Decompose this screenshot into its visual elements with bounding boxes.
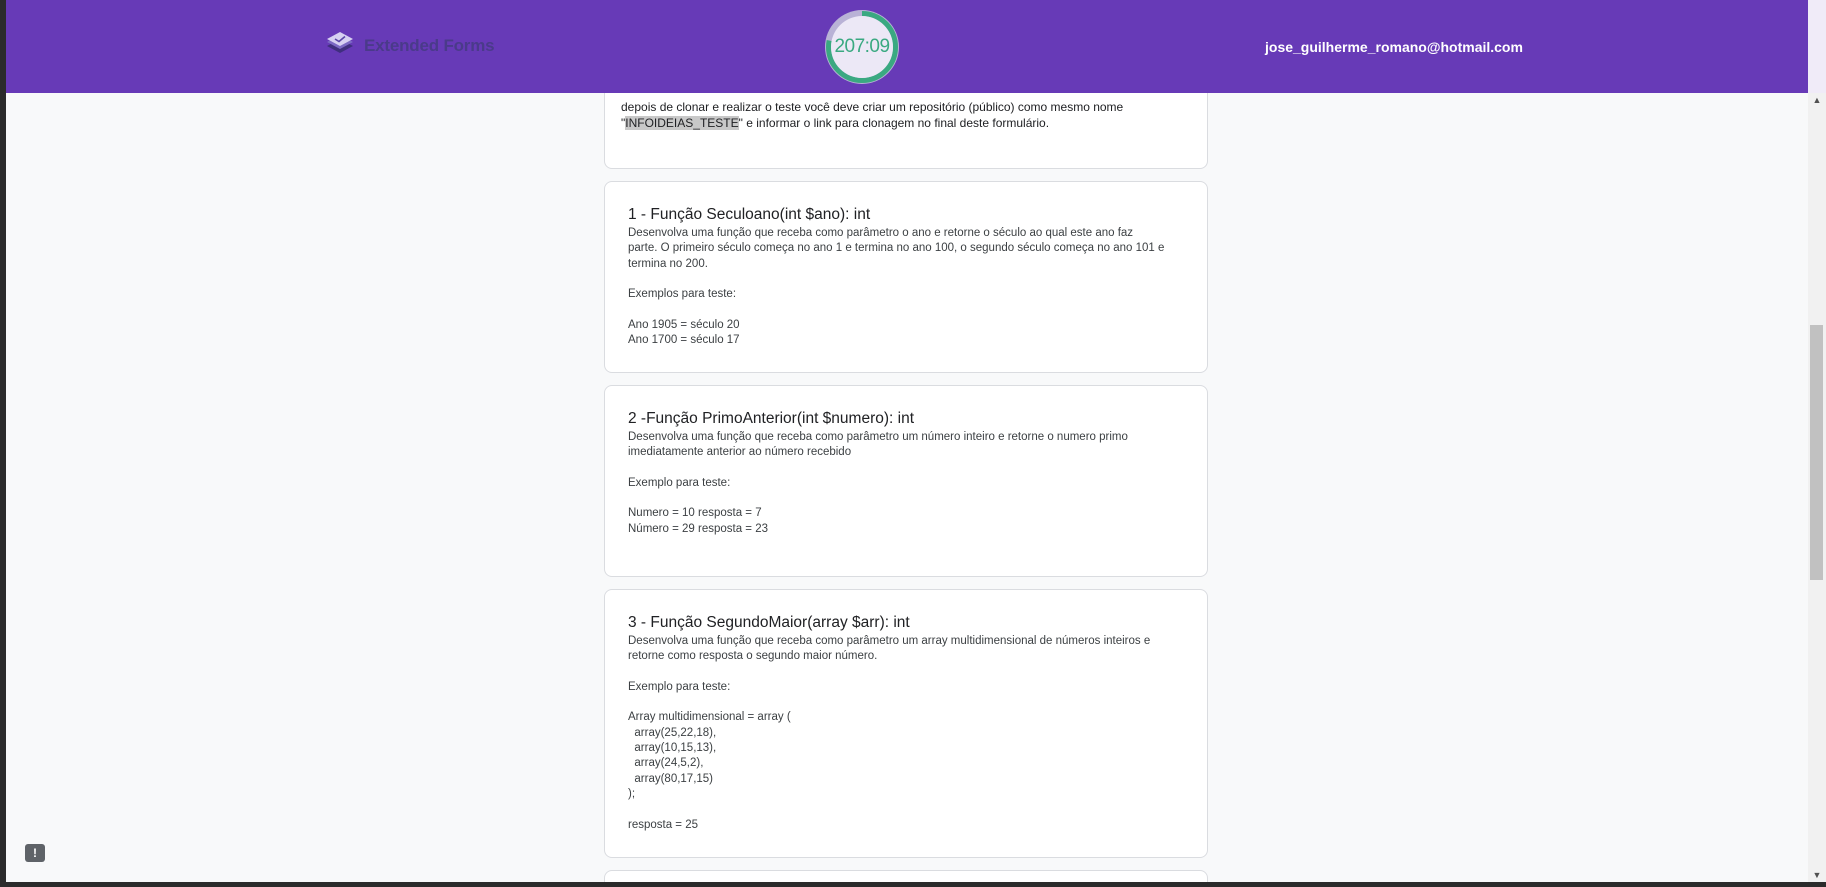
description-line: Numero = 10 resposta = 7	[628, 507, 762, 520]
description-line	[628, 491, 1193, 506]
extended-forms-logo-icon	[327, 32, 353, 53]
question-description: Desenvolva uma função que receba como pa…	[628, 634, 1193, 833]
description-line: Exemplos para teste:	[628, 288, 737, 301]
question-card-2: 2 -Função PrimoAnterior(int $numero): in…	[604, 385, 1208, 577]
scrollbar[interactable]: ▲ ▼	[1808, 93, 1826, 882]
description-line: imediatamente anterior ao número recebid…	[628, 446, 852, 459]
description-line: Desenvolva uma função que receba como pa…	[628, 635, 1151, 647]
description-line: Número = 29 resposta = 23	[628, 522, 768, 535]
description-line: array(25,22,18),	[628, 726, 717, 739]
description-line	[628, 302, 1193, 317]
description-line	[628, 665, 1193, 680]
intro-text-after: " e informar o link para clonagem no fin…	[738, 115, 1050, 130]
question-card-next	[604, 870, 1208, 882]
question-description: Desenvolva uma função que receba como pa…	[628, 430, 1193, 537]
brand[interactable]: Extended Forms	[324, 30, 495, 62]
scroll-up-arrow-icon[interactable]: ▲	[1808, 93, 1826, 107]
report-icon[interactable]: !	[25, 844, 45, 862]
description-line	[628, 695, 1193, 710]
description-line: parte. O primeiro século começa no ano 1…	[628, 242, 1165, 255]
description-line: termina no 200.	[628, 257, 708, 270]
description-line: array(10,15,13),	[628, 742, 717, 755]
description-line: );	[628, 787, 636, 800]
description-line: Exemplo para teste:	[628, 680, 731, 693]
question-card-3: 3 - Função SegundoMaior(array $arr): int…	[604, 589, 1208, 858]
description-line	[628, 461, 1193, 476]
window-frame-bottom	[0, 882, 1826, 887]
description-line: retorne como resposta o segundo maior nú…	[628, 650, 878, 663]
question-card-1: 1 - Função Seculoano(int $ano): int Dese…	[604, 181, 1208, 373]
highlighted-repo-name: INFOIDEIAS_TESTE	[625, 115, 739, 130]
description-line: Ano 1700 = século 17	[628, 334, 740, 347]
timer-value: 207:09	[834, 36, 890, 57]
description-line: Exemplo para teste:	[628, 476, 731, 489]
brand-name: Extended Forms	[364, 36, 495, 55]
description-line	[628, 272, 1193, 287]
countdown-timer: 207:09	[823, 8, 901, 86]
scrollbar-thumb[interactable]	[1810, 325, 1823, 580]
intro-text: depois de clonar e realizar o teste você…	[621, 100, 1181, 131]
question-title: 3 - Função SegundoMaior(array $arr): int	[628, 614, 910, 631]
description-line	[628, 802, 1193, 817]
page-viewport: Extended Forms 207:09 jose_guilherme_rom…	[6, 0, 1808, 882]
user-email: jose_guilherme_romano@hotmail.com	[1265, 39, 1523, 55]
description-line: Array multidimensional = array (	[628, 711, 791, 724]
scroll-down-arrow-icon[interactable]: ▼	[1808, 868, 1826, 882]
description-line: Desenvolva uma função que receba como pa…	[628, 227, 1134, 239]
description-line: Desenvolva uma função que receba como pa…	[628, 431, 1128, 443]
question-title: 2 -Função PrimoAnterior(int $numero): in…	[628, 410, 915, 427]
description-line: resposta = 25	[628, 818, 699, 831]
description-line: array(24,5,2),	[628, 757, 704, 770]
question-title: 1 - Função Seculoano(int $ano): int	[628, 206, 871, 223]
description-line: Ano 1905 = século 20	[628, 318, 740, 331]
question-description: Desenvolva uma função que receba como pa…	[628, 226, 1193, 348]
header-bar: Extended Forms 207:09 jose_guilherme_rom…	[6, 0, 1808, 93]
description-line: array(80,17,15)	[628, 772, 714, 785]
